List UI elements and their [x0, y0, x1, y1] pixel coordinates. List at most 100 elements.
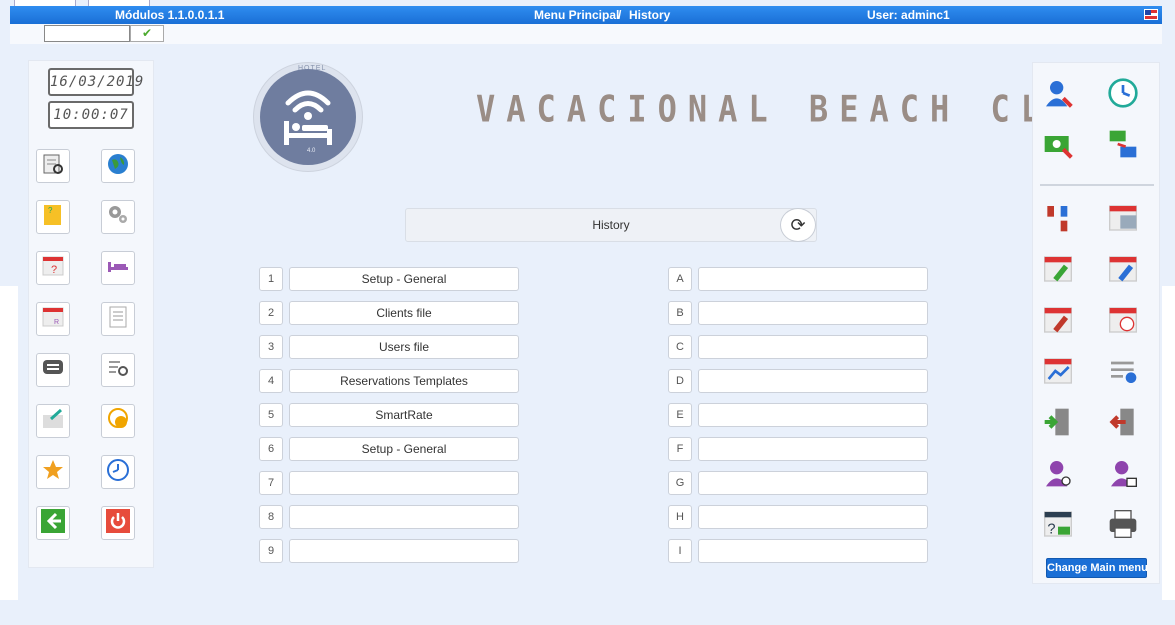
brand-title: VACACIONAL BEACH CLUB	[476, 87, 1112, 131]
history-item-field[interactable]: Reservations Templates	[289, 369, 519, 393]
history-letter-item-row: H	[668, 505, 928, 529]
history-title: History	[592, 218, 630, 232]
document-list-button[interactable]	[101, 302, 135, 336]
book-search-button[interactable]	[36, 149, 70, 183]
logo-version: 4.0	[307, 148, 316, 154]
bed-button[interactable]	[101, 251, 135, 285]
language-flag-icon[interactable]	[1144, 9, 1158, 20]
calendar-blue-button[interactable]	[1106, 254, 1140, 288]
quick-search-input[interactable]	[44, 25, 130, 42]
list-search-button[interactable]	[101, 353, 135, 387]
history-item-field[interactable]: Users file	[289, 335, 519, 359]
history-item-key[interactable]: 1	[259, 267, 283, 291]
chat-bubble-icon	[41, 356, 65, 385]
calendar-red-icon	[1042, 304, 1074, 341]
history-item-row: 6 Setup - General	[259, 437, 519, 461]
power-button[interactable]	[101, 506, 135, 540]
chat-bubble-button[interactable]	[36, 353, 70, 387]
change-main-menu-button[interactable]: Change Main menu	[1046, 558, 1148, 578]
history-letter-item-field[interactable]	[698, 539, 928, 563]
history-letter-item-field[interactable]	[698, 301, 928, 325]
history-letter-item-key[interactable]: C	[668, 335, 692, 359]
history-item-key[interactable]: 7	[259, 471, 283, 495]
door-enter-button[interactable]	[1041, 407, 1075, 441]
calendar-red-button[interactable]	[1041, 305, 1075, 339]
clock-button[interactable]	[101, 455, 135, 489]
calendar-list-icon	[1107, 202, 1139, 239]
history-item-field[interactable]: SmartRate	[289, 403, 519, 427]
history-item-key[interactable]: 8	[259, 505, 283, 529]
history-item-key[interactable]: 4	[259, 369, 283, 393]
book-search-icon	[41, 152, 65, 181]
history-item-key[interactable]: 3	[259, 335, 283, 359]
bed-icon	[106, 254, 130, 283]
refresh-icon[interactable]: ⟳	[780, 208, 816, 242]
money-arrow-button[interactable]	[1041, 129, 1075, 163]
calendar-question-icon: ?	[41, 254, 65, 283]
clock-arrow-button[interactable]	[1106, 77, 1140, 112]
gears-button[interactable]	[101, 200, 135, 234]
history-item-field[interactable]	[289, 505, 519, 529]
history-letter-item-field[interactable]	[698, 437, 928, 461]
history-letter-item-field[interactable]	[698, 369, 928, 393]
calendar-help-money-button[interactable]: ?	[1041, 509, 1075, 543]
sms-bubble-button[interactable]	[101, 404, 135, 438]
envelope-button[interactable]	[36, 404, 70, 438]
calendar-percent-button[interactable]	[1106, 305, 1140, 339]
history-letter-item-key[interactable]: F	[668, 437, 692, 461]
history-letter-item-field[interactable]	[698, 267, 928, 291]
history-item-field[interactable]: Setup - General	[289, 267, 519, 291]
history-letter-item-field[interactable]	[698, 471, 928, 495]
history-letter-item-field[interactable]	[698, 403, 928, 427]
star-icon	[41, 458, 65, 487]
list-add-button[interactable]	[1106, 356, 1140, 390]
history-item-key[interactable]: 2	[259, 301, 283, 325]
document-list-icon	[106, 305, 130, 334]
history-letter-item-key[interactable]: B	[668, 301, 692, 325]
history-letter-item-key[interactable]: E	[668, 403, 692, 427]
gears-icon	[106, 203, 130, 232]
history-item-key[interactable]: 6	[259, 437, 283, 461]
history-item-field[interactable]: Setup - General	[289, 437, 519, 461]
history-item-field[interactable]	[289, 471, 519, 495]
history-letter-item-key[interactable]: D	[668, 369, 692, 393]
printer-button[interactable]	[1106, 509, 1140, 543]
history-item-key[interactable]: 9	[259, 539, 283, 563]
globe-button[interactable]	[101, 149, 135, 183]
hotel-logo: HOTEL 4.0	[253, 62, 363, 172]
history-letter-item-key[interactable]: I	[668, 539, 692, 563]
history-letter-item-field[interactable]	[698, 505, 928, 529]
history-letter-item-key[interactable]: A	[668, 267, 692, 291]
history-letter-item-key[interactable]: H	[668, 505, 692, 529]
history-item-field[interactable]	[289, 539, 519, 563]
calendar-green-button[interactable]	[1041, 254, 1075, 288]
history-item-row: 4 Reservations Templates	[259, 369, 519, 393]
history-letter-item-field[interactable]	[698, 335, 928, 359]
quick-search-confirm-icon[interactable]: ✔	[130, 25, 164, 42]
calendar-grid-button[interactable]: R	[36, 302, 70, 336]
money-transfer-button[interactable]	[1106, 129, 1140, 163]
history-letter-item-row: I	[668, 539, 928, 563]
user-search-button[interactable]	[1041, 458, 1075, 492]
history-item-field[interactable]: Clients file	[289, 301, 519, 325]
history-item-row: 7	[259, 471, 519, 495]
user-arrow-icon	[1042, 77, 1074, 114]
breadcrumb-menu[interactable]: Menu Principal	[534, 8, 619, 22]
user-tag-button[interactable]	[1106, 458, 1140, 492]
door-exit-button[interactable]	[1106, 407, 1140, 441]
door-enter-icon	[1042, 406, 1074, 443]
chart-percent-button[interactable]	[1041, 356, 1075, 390]
globe-icon	[106, 152, 130, 181]
people-switch-button[interactable]	[1041, 203, 1075, 237]
left-margin	[0, 286, 18, 600]
calendar-question-button[interactable]: ?	[36, 251, 70, 285]
sms-bubble-icon	[106, 407, 130, 436]
back-arrow-button[interactable]	[36, 506, 70, 540]
star-button[interactable]	[36, 455, 70, 489]
user-arrow-button[interactable]	[1041, 78, 1075, 112]
calendar-list-button[interactable]	[1106, 203, 1140, 237]
folder-help-button[interactable]: ?	[36, 200, 70, 234]
history-letter-item-key[interactable]: G	[668, 471, 692, 495]
history-item-key[interactable]: 5	[259, 403, 283, 427]
back-arrow-icon	[41, 508, 65, 538]
